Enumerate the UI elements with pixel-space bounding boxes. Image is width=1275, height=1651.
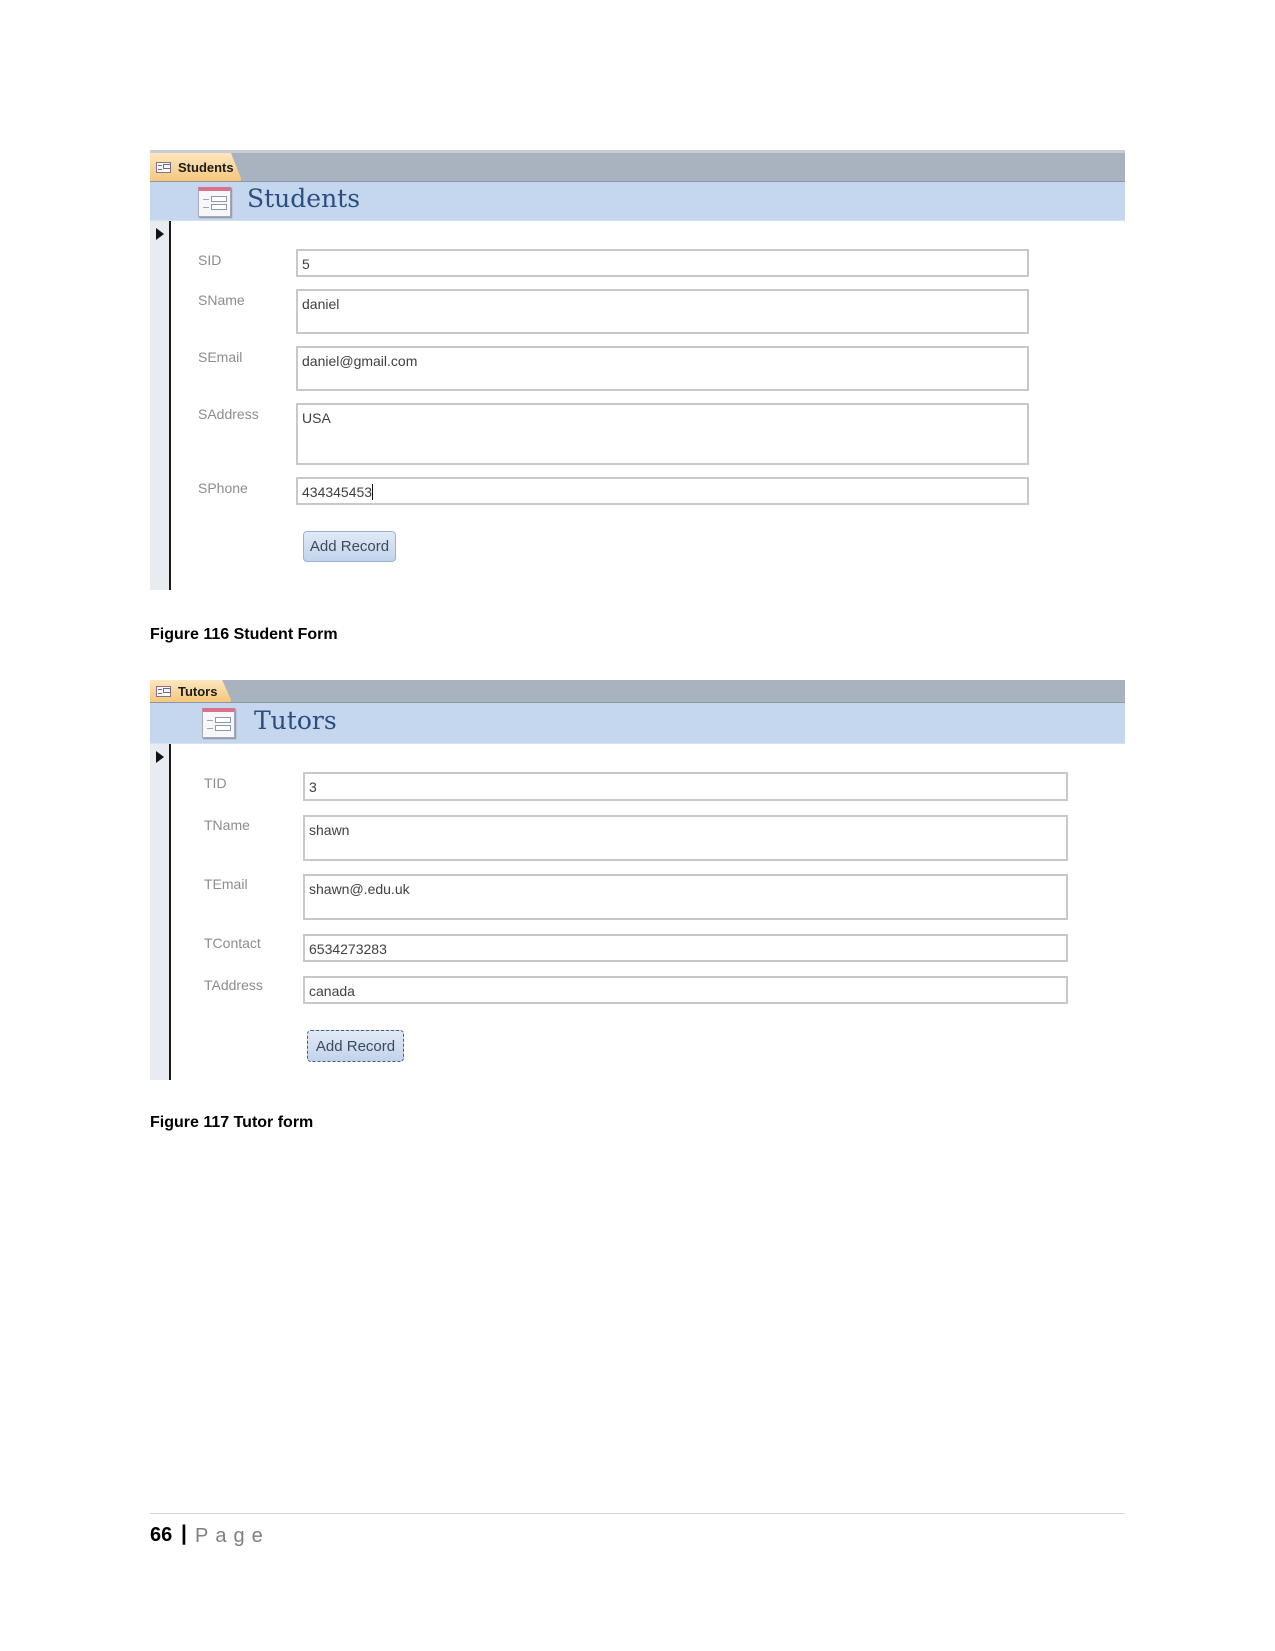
field-label-saddress: SAddress: [198, 406, 259, 422]
field-label-sid: SID: [198, 252, 222, 268]
tutors-form-window: Tutors Tutors TID 3 TName shawn TEmail s…: [150, 680, 1125, 1080]
tab-tutors[interactable]: Tutors: [150, 680, 232, 702]
sname-field[interactable]: daniel: [296, 289, 1029, 334]
field-label-temail: TEmail: [204, 876, 248, 892]
saddress-field[interactable]: USA: [296, 403, 1029, 465]
field-label-semail: SEmail: [198, 349, 243, 365]
current-record-arrow-icon: [156, 751, 164, 763]
tid-field[interactable]: 3: [303, 772, 1068, 801]
field-label-tcontact: TContact: [204, 935, 261, 951]
add-record-button[interactable]: Add Record: [307, 1030, 404, 1062]
add-record-button[interactable]: Add Record: [303, 531, 396, 562]
form-icon: [202, 708, 235, 738]
form-header: Students: [150, 182, 1125, 221]
current-record-arrow-icon: [156, 228, 164, 240]
document-tab-bar: Tutors: [150, 680, 1125, 703]
page-word: Page: [195, 1525, 270, 1547]
record-selector[interactable]: [150, 221, 171, 590]
figure-caption: Figure 116 Student Form: [150, 626, 338, 643]
form-title: Students: [247, 184, 361, 213]
footer-divider: [150, 1513, 1125, 1514]
form-icon: [198, 187, 231, 217]
form-tab-icon: [156, 685, 171, 697]
students-form-window: Students Students SID 5 SName daniel SEm…: [150, 150, 1125, 590]
page-number: 66: [150, 1524, 173, 1546]
sphone-field[interactable]: 434345453: [296, 477, 1029, 505]
document-tab-bar: Students: [150, 153, 1125, 182]
figure-caption: Figure 117 Tutor form: [150, 1114, 314, 1131]
field-label-tname: TName: [204, 817, 250, 833]
record-selector[interactable]: [150, 744, 171, 1080]
tab-label: Students: [178, 159, 234, 175]
sid-field[interactable]: 5: [296, 249, 1029, 277]
taddress-field[interactable]: canada: [303, 976, 1068, 1004]
semail-field[interactable]: daniel@gmail.com: [296, 346, 1029, 391]
field-label-tid: TID: [204, 775, 227, 791]
tcontact-field[interactable]: 6534273283: [303, 934, 1068, 962]
field-label-sname: SName: [198, 292, 245, 308]
footer-separator: |: [181, 1522, 187, 1545]
form-title: Tutors: [254, 706, 337, 735]
tab-label: Tutors: [178, 683, 218, 699]
form-tab-icon: [156, 161, 171, 173]
text-cursor: [372, 484, 374, 500]
tname-field[interactable]: shawn: [303, 815, 1068, 861]
temail-field[interactable]: shawn@.edu.uk: [303, 874, 1068, 920]
field-label-taddress: TAddress: [204, 977, 263, 993]
tab-students[interactable]: Students: [150, 153, 242, 181]
field-label-sphone: SPhone: [198, 480, 248, 496]
sphone-value: 434345453: [302, 484, 373, 500]
form-header: Tutors: [150, 703, 1125, 744]
